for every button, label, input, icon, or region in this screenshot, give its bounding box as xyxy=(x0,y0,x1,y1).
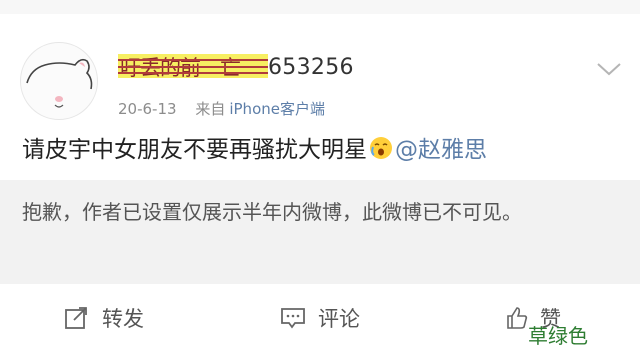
notice-text: 抱歉，作者已设置仅展示半年内微博，此微博已不可见。 xyxy=(22,200,522,224)
chevron-down-icon[interactable] xyxy=(594,58,624,80)
thumbs-up-icon xyxy=(507,307,528,329)
source-prefix: 来自 xyxy=(195,100,226,118)
username-visible-text: 653256 xyxy=(268,55,354,80)
source-client-link[interactable]: iPhone客户端 xyxy=(229,100,325,118)
comment-label: 评论 xyxy=(318,307,360,331)
hidden-post-notice: 抱歉，作者已设置仅展示半年内微博，此微博已不可见。 xyxy=(0,180,640,284)
username-redaction: 吁丢的前一亡 xyxy=(118,54,268,78)
avatar[interactable] xyxy=(20,42,98,120)
repost-button[interactable]: 转发 xyxy=(64,300,144,336)
comment-icon xyxy=(281,308,305,329)
cat-avatar-icon xyxy=(26,58,93,108)
comment-button[interactable]: 评论 xyxy=(280,300,360,336)
post-meta: 20-6-13 来自 iPhone客户端 xyxy=(118,98,325,119)
post-date: 20-6-13 xyxy=(118,100,177,118)
mention-link[interactable]: @赵雅思 xyxy=(395,137,487,163)
post-text: 请皮宇中女朋友不要再骚扰大明星 @赵雅思 xyxy=(22,130,487,164)
post-body-text: 请皮宇中女朋友不要再骚扰大明星 xyxy=(22,137,367,163)
crying-face-icon xyxy=(370,137,392,159)
repost-icon xyxy=(65,307,87,329)
watermark-text: 草绿色 xyxy=(528,324,588,348)
repost-label: 转发 xyxy=(102,307,144,331)
username[interactable]: 吁丢的前一亡 653256 xyxy=(118,54,354,80)
